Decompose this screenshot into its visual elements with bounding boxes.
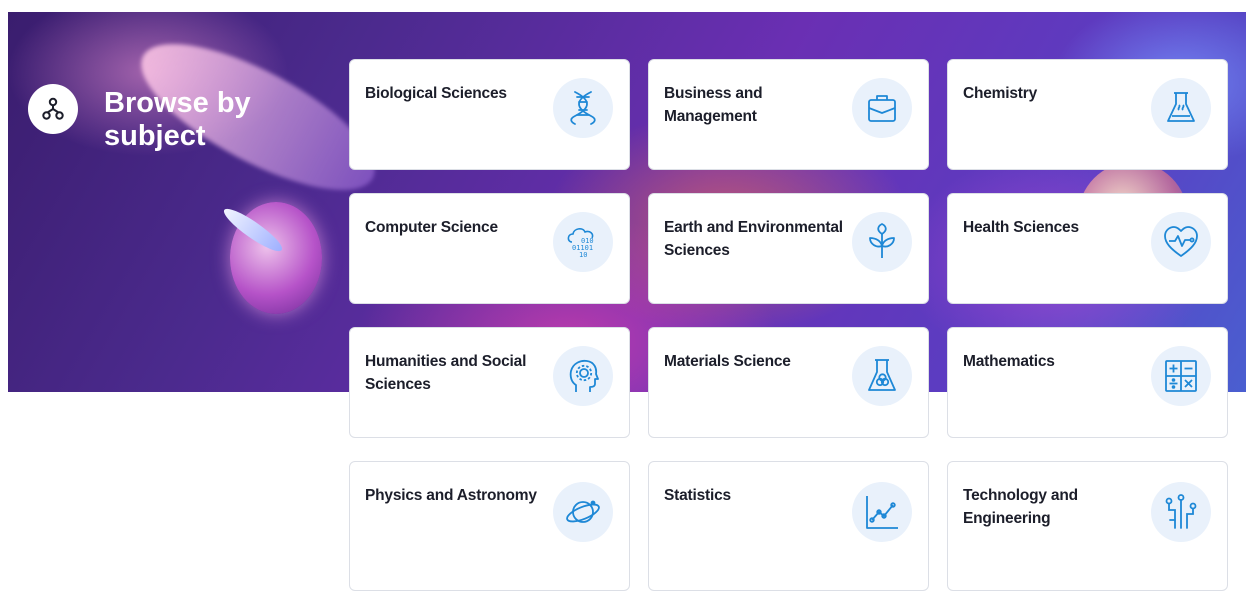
cloud-binary-icon: 010 01101 10 xyxy=(553,212,613,272)
subject-card-label: Business and Management xyxy=(664,85,763,125)
network-nodes-icon xyxy=(28,84,78,134)
subject-card-mathematics[interactable]: Mathematics xyxy=(947,327,1228,438)
subject-card-label: Technology and Engineering xyxy=(963,487,1078,527)
subject-card-label: Mathematics xyxy=(963,353,1055,370)
subject-card-statistics[interactable]: Statistics xyxy=(648,461,929,591)
flask-icon xyxy=(1151,78,1211,138)
subject-card-label: Computer Science xyxy=(365,219,498,236)
subject-card-label: Humanities and Social Sciences xyxy=(365,353,527,393)
hero-heading: Browse by subject xyxy=(28,67,264,153)
subject-card-earth-environmental[interactable]: Earth and Environmental Sciences xyxy=(648,193,929,304)
subject-card-computer-science[interactable]: Computer Science 010 01101 10 xyxy=(349,193,630,304)
subject-grid: Biological Sciences Business and Managem… xyxy=(349,59,1228,591)
subject-card-business-management[interactable]: Business and Management xyxy=(648,59,929,170)
subject-card-materials-science[interactable]: Materials Science xyxy=(648,327,929,438)
subject-card-label: Physics and Astronomy xyxy=(365,487,537,504)
plant-icon xyxy=(852,212,912,272)
subject-card-chemistry[interactable]: Chemistry xyxy=(947,59,1228,170)
subject-card-physics-astronomy[interactable]: Physics and Astronomy xyxy=(349,461,630,591)
dna-icon xyxy=(553,78,613,138)
top-strip xyxy=(0,0,1246,12)
line-chart-icon xyxy=(852,482,912,542)
subject-card-label: Statistics xyxy=(664,487,731,504)
subject-card-label: Biological Sciences xyxy=(365,85,507,102)
head-gear-icon xyxy=(553,346,613,406)
subject-card-label: Health Sciences xyxy=(963,219,1079,236)
subject-card-humanities-social[interactable]: Humanities and Social Sciences xyxy=(349,327,630,438)
subject-card-label: Chemistry xyxy=(963,85,1038,102)
subject-card-label: Materials Science xyxy=(664,353,791,370)
circuit-icon xyxy=(1151,482,1211,542)
beaker-molecules-icon xyxy=(852,346,912,406)
subject-card-technology-engineering[interactable]: Technology and Engineering xyxy=(947,461,1228,591)
subject-card-biological-sciences[interactable]: Biological Sciences xyxy=(349,59,630,170)
planet-icon xyxy=(553,482,613,542)
briefcase-icon xyxy=(852,78,912,138)
heart-pulse-icon xyxy=(1151,212,1211,272)
calculator-symbols-icon xyxy=(1151,346,1211,406)
page-title: Browse by subject xyxy=(104,87,251,152)
svg-text:10: 10 xyxy=(579,251,587,259)
subject-card-label: Earth and Environmental Sciences xyxy=(664,219,843,259)
subject-card-health-sciences[interactable]: Health Sciences xyxy=(947,193,1228,304)
